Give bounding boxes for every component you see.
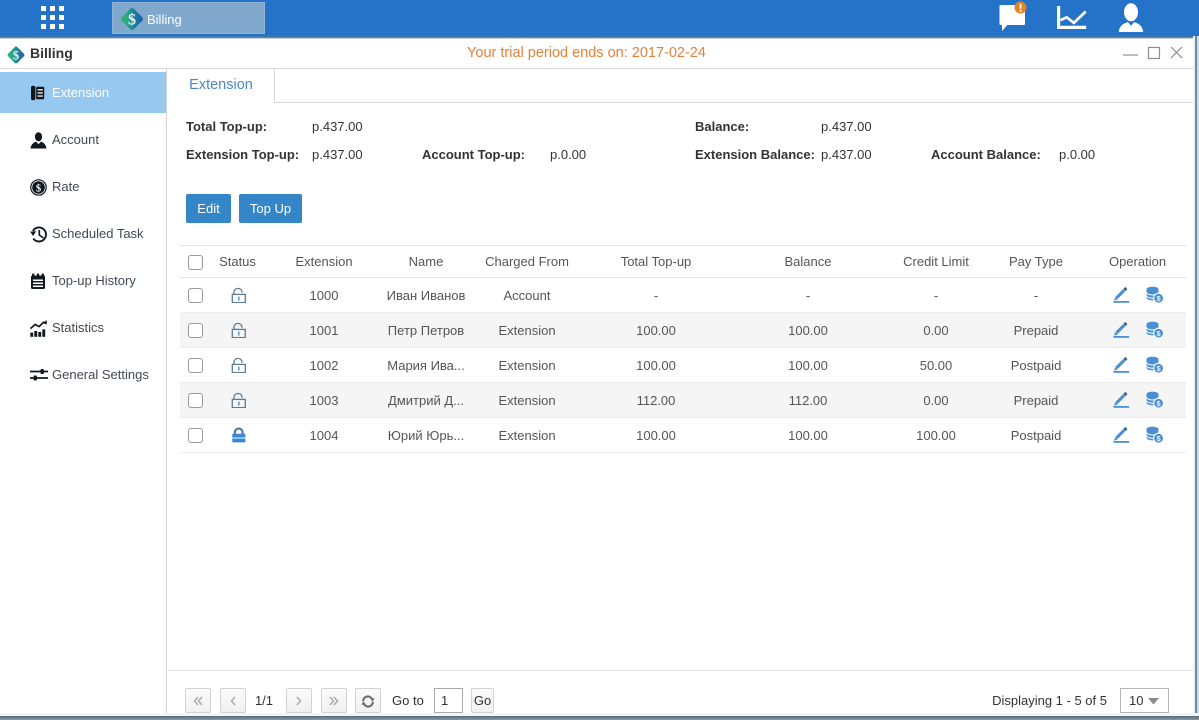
- svg-text:$: $: [36, 183, 41, 194]
- svg-text:$: $: [128, 12, 136, 29]
